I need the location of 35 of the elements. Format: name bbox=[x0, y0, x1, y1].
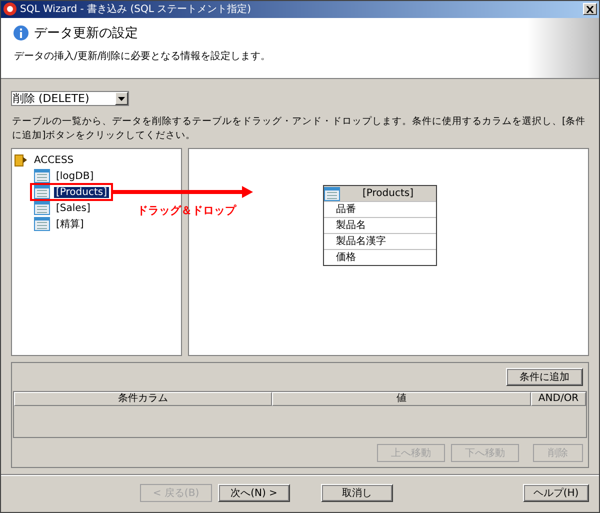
instruction-text: テーブルの一覧から、データを削除するテーブルをドラッグ・アンド・ドロップします。条件に使用するカラムを選択し、[条件に追加]ボタンをクリックしてください。 bbox=[12, 115, 587, 144]
header-description: データの挿入/更新/削除に必要となる情報を設定します。 bbox=[13, 50, 272, 63]
database-icon bbox=[14, 153, 28, 168]
column-header[interactable]: AND/OR bbox=[531, 392, 586, 406]
nav-button[interactable]: 取消し bbox=[321, 484, 393, 502]
operation-dropdown[interactable]: 削除 (DELETE) bbox=[11, 91, 129, 106]
table-node-title: [Products] bbox=[362, 188, 414, 200]
add-condition-button[interactable]: 条件に追加 bbox=[506, 368, 583, 386]
info-icon bbox=[13, 24, 29, 41]
table-icon bbox=[324, 186, 340, 201]
close-icon bbox=[586, 6, 594, 13]
table-icon bbox=[34, 217, 50, 232]
close-button[interactable] bbox=[583, 3, 597, 16]
nav-button[interactable]: 次へ(N) > bbox=[218, 484, 290, 502]
column-header[interactable]: 値 bbox=[272, 392, 532, 406]
table-icon bbox=[34, 185, 50, 200]
column-item[interactable]: 品番 bbox=[324, 201, 436, 218]
column-header[interactable]: 条件カラム bbox=[14, 392, 272, 406]
tree-item[interactable]: ACCESS bbox=[32, 154, 76, 166]
tree-item[interactable]: [Products] bbox=[54, 186, 109, 198]
column-item[interactable]: 価格 bbox=[324, 249, 436, 266]
table-icon bbox=[34, 169, 50, 184]
tree-item[interactable]: [logDB] bbox=[54, 170, 96, 182]
tree-item[interactable]: [Sales] bbox=[54, 202, 92, 214]
caret-icon bbox=[118, 96, 125, 101]
column-item[interactable]: 製品名 bbox=[324, 217, 436, 234]
tree-item[interactable]: [精算] bbox=[54, 217, 86, 232]
column-item[interactable]: 製品名漢字 bbox=[324, 233, 436, 250]
header-title: データ更新の設定 bbox=[34, 24, 138, 42]
nav-button[interactable]: ヘルプ(H) bbox=[523, 484, 589, 502]
table-node[interactable]: [Products] 品番 製品名 製品名漢字 価格 bbox=[323, 185, 437, 266]
annotation-label: ドラッグ＆ドロップ bbox=[137, 203, 236, 218]
table-icon bbox=[34, 201, 50, 216]
window-title: SQL Wizard - 書き込み (SQL ステートメント指定) bbox=[20, 2, 252, 16]
app-icon bbox=[3, 2, 17, 16]
